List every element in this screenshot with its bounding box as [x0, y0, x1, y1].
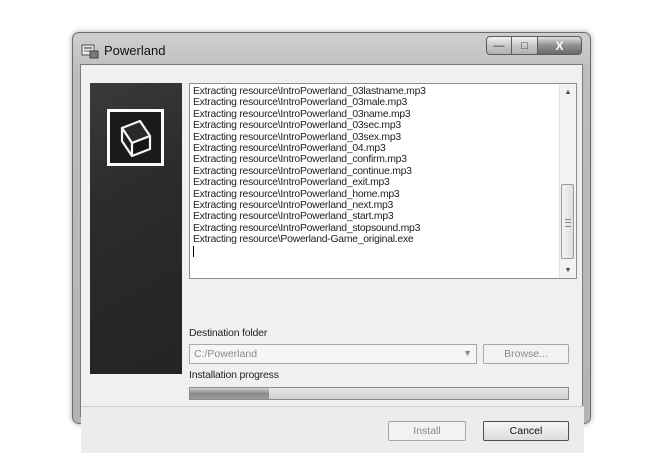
log-line: Extracting resource\IntroPowerland_04.mp…: [193, 142, 386, 154]
log-lines: Extracting resource\IntroPowerland_03las…: [193, 86, 553, 258]
log-line: Extracting resource\IntroPowerland_next.…: [193, 199, 394, 211]
installation-progress-bar: [189, 387, 569, 400]
close-icon: X: [555, 38, 564, 53]
destination-folder-combo: C:/Powerland ▼: [189, 344, 477, 364]
log-line: Extracting resource\IntroPowerland_03las…: [193, 86, 426, 97]
log-line: Extracting resource\IntroPowerland_03sex…: [193, 131, 401, 143]
log-line: Extracting resource\IntroPowerland_03nam…: [193, 108, 411, 120]
log-line: Extracting resource\IntroPowerland_03mal…: [193, 97, 407, 109]
destination-folder-value: C:/Powerland: [194, 348, 258, 360]
maximize-button[interactable]: □: [512, 36, 538, 55]
browse-button: Browse...: [483, 344, 569, 364]
log-line: Extracting resource\IntroPowerland_home.…: [193, 188, 400, 200]
button-footer: Install Cancel: [81, 406, 584, 453]
log-line: Extracting resource\IntroPowerland_03sec…: [193, 120, 401, 132]
chevron-down-icon: ▼: [463, 348, 472, 358]
log-line: Extracting resource\IntroPowerland_start…: [193, 211, 394, 223]
logo-frame: [107, 109, 164, 166]
destination-folder-label: Destination folder: [189, 327, 268, 339]
grip-icon: [565, 219, 571, 227]
maximize-icon: □: [521, 39, 528, 52]
minimize-button[interactable]: —: [486, 36, 512, 55]
installer-app-icon: [81, 44, 99, 59]
minimize-icon: —: [493, 39, 505, 52]
install-button: Install: [388, 421, 466, 441]
log-line: Extracting resource\IntroPowerland_exit.…: [193, 177, 390, 189]
installer-client-area: Extracting resource\IntroPowerland_03las…: [80, 64, 584, 453]
text-caret: [193, 246, 194, 258]
close-button[interactable]: X: [538, 36, 582, 55]
scroll-down-arrow-icon[interactable]: ▼: [560, 262, 576, 278]
extraction-log[interactable]: Extracting resource\IntroPowerland_03las…: [189, 83, 577, 279]
cancel-button[interactable]: Cancel: [483, 421, 569, 441]
box-icon: [120, 119, 152, 158]
caption-buttons: — □ X: [486, 36, 582, 57]
log-line: Extracting resource\IntroPowerland_confi…: [193, 154, 407, 166]
log-line: Extracting resource\Powerland-Game_origi…: [193, 234, 414, 246]
log-scrollbar[interactable]: ▲ ▼: [559, 84, 576, 278]
scroll-thumb[interactable]: [561, 184, 574, 259]
log-line: Extracting resource\IntroPowerland_conti…: [193, 165, 412, 177]
log-line: Extracting resource\IntroPowerland_stops…: [193, 222, 421, 234]
side-banner: [90, 83, 182, 374]
scroll-up-arrow-icon[interactable]: ▲: [560, 84, 576, 100]
progress-fill: [190, 388, 270, 399]
installer-window: Powerland — □ X Extracting resource\Intr…: [72, 32, 591, 453]
window-title: Powerland: [104, 43, 166, 58]
installation-progress-label: Installation progress: [189, 369, 279, 381]
